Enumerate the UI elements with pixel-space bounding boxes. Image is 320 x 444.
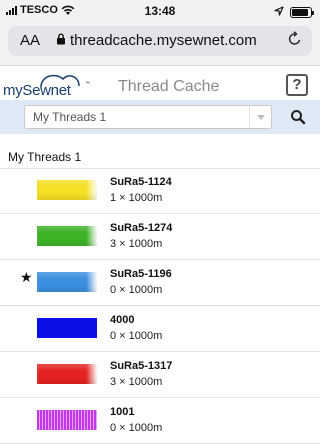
chevron-down-icon — [249, 106, 271, 128]
url-text: threadcache.mysewnet.com — [70, 32, 257, 49]
thread-row[interactable]: 1001 0 × 1000m — [0, 399, 320, 444]
thread-row[interactable]: SuRa5-1317 3 × 1000m — [0, 353, 320, 398]
thread-quantity: 0 × 1000m — [110, 422, 163, 434]
thread-list-selector-bar: My Threads 1 — [0, 100, 320, 134]
thread-row[interactable]: 4000 0 × 1000m — [0, 307, 320, 352]
thread-name: 4000 — [110, 314, 135, 326]
thread-quantity: 0 × 1000m — [110, 330, 163, 342]
search-icon[interactable] — [290, 109, 306, 125]
thread-color-swatch — [37, 364, 97, 384]
thread-quantity: 3 × 1000m — [110, 376, 163, 388]
thread-color-swatch — [37, 410, 97, 430]
thread-quantity: 3 × 1000m — [110, 238, 163, 250]
status-time: 13:48 — [144, 4, 176, 18]
location-icon — [274, 5, 284, 19]
thread-row[interactable]: SuRa5-1274 3 × 1000m — [0, 215, 320, 260]
reload-icon[interactable] — [288, 31, 302, 52]
thread-color-swatch — [37, 318, 97, 338]
app-title: Thread Cache — [118, 78, 220, 95]
status-bar: TESCO 13:48 — [0, 0, 320, 22]
select-value: My Threads 1 — [33, 110, 107, 124]
lock-icon — [56, 32, 66, 49]
list-title: My Threads 1 — [8, 150, 82, 164]
thread-color-swatch — [37, 272, 97, 292]
thread-name: SuRa5-1124 — [110, 176, 172, 188]
battery-icon — [290, 6, 314, 18]
svg-text:™: ™ — [85, 81, 90, 87]
thread-color-swatch — [37, 226, 97, 246]
thread-name: SuRa5-1274 — [110, 222, 173, 234]
url-field[interactable]: threadcache.mysewnet.com — [56, 32, 257, 49]
thread-name: 1001 — [110, 406, 135, 418]
logo-text: mySewnet — [3, 82, 71, 99]
thread-quantity: 1 × 1000m — [110, 192, 163, 204]
star-icon[interactable]: ★ — [20, 269, 33, 286]
thread-quantity: 0 × 1000m — [110, 284, 163, 296]
text-size-button[interactable]: AA — [20, 32, 40, 49]
thread-name: SuRa5-1196 — [110, 268, 172, 280]
thread-list-select[interactable]: My Threads 1 — [24, 105, 272, 129]
browser-toolbar: AA threadcache.mysewnet.com — [0, 22, 320, 66]
thread-name: SuRa5-1317 — [110, 360, 173, 372]
address-bar[interactable]: AA threadcache.mysewnet.com — [8, 26, 312, 56]
thread-row[interactable]: ★ SuRa5-1196 0 × 1000m — [0, 261, 320, 306]
help-button[interactable]: ? — [286, 74, 308, 96]
thread-row[interactable]: SuRa5-1124 1 × 1000m — [0, 169, 320, 214]
thread-color-swatch — [37, 180, 97, 200]
status-right — [274, 5, 314, 19]
